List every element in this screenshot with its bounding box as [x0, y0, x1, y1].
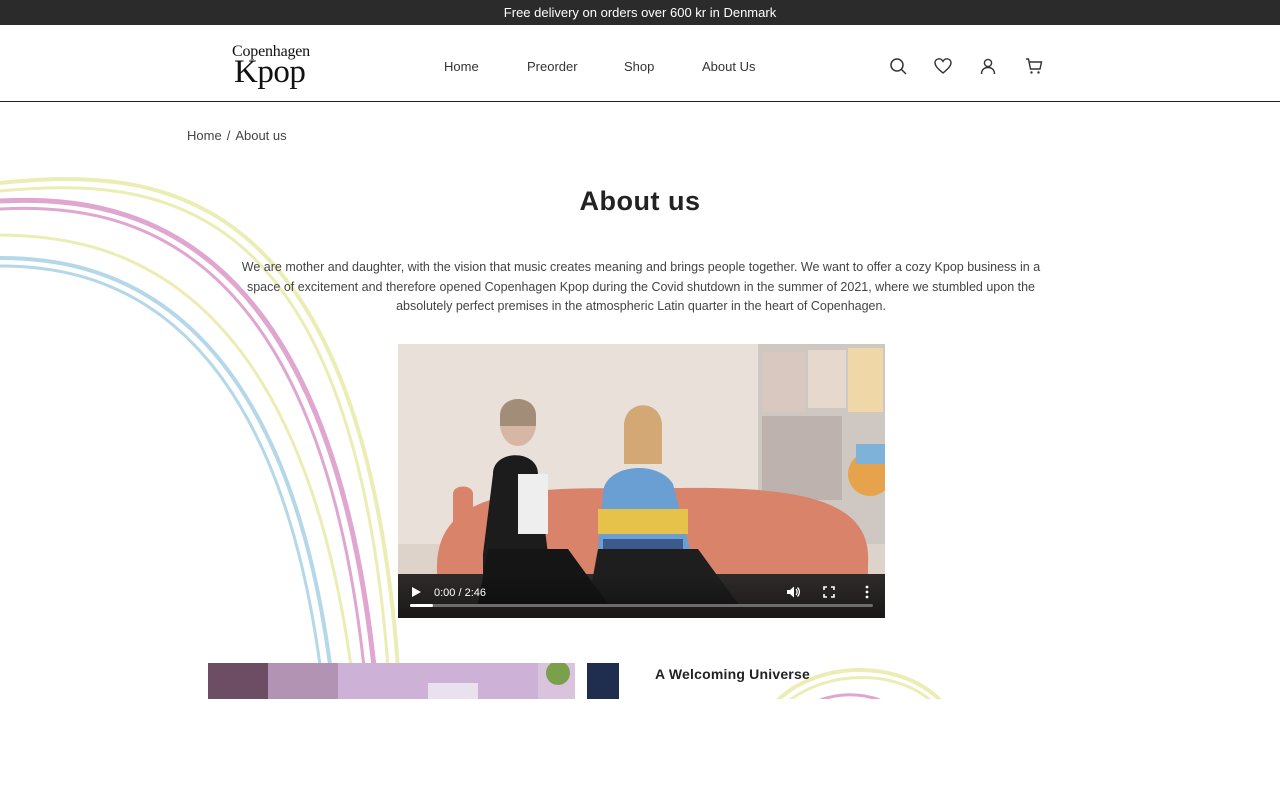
nav-shop[interactable]: Shop — [624, 59, 654, 74]
fullscreen-icon[interactable] — [823, 586, 835, 598]
breadcrumb-home[interactable]: Home — [187, 128, 222, 143]
page-title: About us — [579, 186, 701, 216]
video-seek-bar[interactable] — [410, 604, 873, 607]
more-options-icon[interactable] — [861, 584, 873, 600]
logo-line2: Kpop — [234, 54, 306, 90]
section-heading: A Welcoming Universe — [655, 666, 810, 682]
search-icon[interactable] — [889, 57, 907, 75]
heart-icon[interactable] — [934, 57, 952, 75]
cart-icon[interactable] — [1025, 57, 1043, 75]
page-bottom-blank — [0, 699, 1280, 800]
store-photo — [208, 663, 619, 699]
intro-paragraph: We are mother and daughter, with the vis… — [241, 260, 1041, 313]
announcement-text: Free delivery on orders over 600 kr in D… — [503, 5, 777, 20]
video-time: 0:00 / 2:46 — [434, 587, 486, 599]
volume-icon[interactable] — [786, 585, 800, 599]
video-controls: 0:00 / 2:46 — [398, 576, 885, 618]
breadcrumb: Home / About us — [187, 128, 287, 143]
play-icon[interactable] — [410, 586, 422, 598]
nav-home[interactable]: Home — [444, 59, 479, 74]
account-icon[interactable] — [979, 57, 997, 75]
video-seek-progress — [410, 604, 434, 607]
site-logo[interactable]: Copenhagen Kpop — [232, 43, 322, 91]
nav-preorder[interactable]: Preorder — [527, 59, 578, 74]
breadcrumb-separator: / — [226, 128, 231, 143]
nav-about-us[interactable]: About Us — [702, 59, 755, 74]
breadcrumb-current: About us — [235, 128, 287, 143]
site-header: Copenhagen Kpop Home Preorder Shop About… — [0, 25, 1280, 102]
video-player[interactable]: 0:00 / 2:46 — [398, 344, 885, 618]
announcement-bar: Free delivery on orders over 600 kr in D… — [0, 0, 1280, 25]
